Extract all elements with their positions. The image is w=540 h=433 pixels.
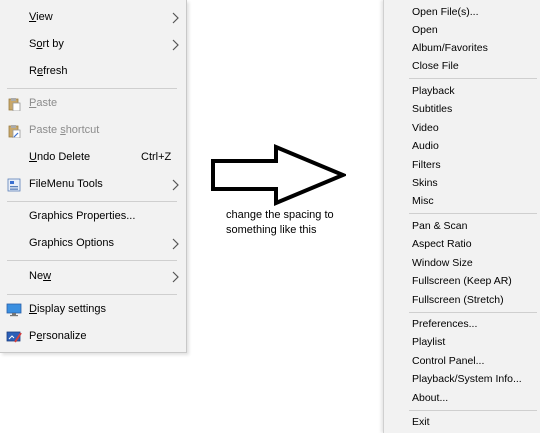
- menu-item-view[interactable]: View: [0, 7, 186, 29]
- menu-item-skins[interactable]: Skins: [412, 174, 538, 192]
- chevron-right-icon: [172, 179, 179, 191]
- right-arrow-icon: [211, 144, 346, 206]
- menu-separator: [7, 294, 177, 295]
- menu-separator: [409, 410, 537, 411]
- clipboard-shortcut-icon: [6, 124, 22, 138]
- menu-item-exit[interactable]: Exit: [412, 413, 538, 431]
- menu-item-filters[interactable]: Filters: [412, 156, 538, 174]
- menu-separator: [409, 312, 537, 313]
- menu-item-paste[interactable]: Paste: [0, 93, 186, 115]
- menu-item-filemenu-tools[interactable]: FileMenu Tools: [0, 174, 186, 196]
- shortcut-text: Ctrl+Z: [141, 151, 172, 163]
- display-settings-icon: [6, 303, 22, 317]
- access-key: D: [29, 303, 37, 315]
- menu-item-control-panel[interactable]: Control Panel...: [412, 352, 538, 370]
- menu-separator: [7, 201, 177, 202]
- menu-item-fullscreen-keep-ar[interactable]: Fullscreen (Keep AR): [412, 272, 538, 290]
- chevron-right-icon: [172, 238, 179, 250]
- menu-item-aspect-ratio[interactable]: Aspect Ratio: [412, 235, 538, 253]
- chevron-right-icon: [172, 39, 179, 51]
- menu-item-misc[interactable]: Misc: [412, 192, 538, 210]
- menu-item-album-favorites[interactable]: Album/Favorites: [412, 39, 538, 57]
- menu-separator: [7, 88, 177, 89]
- menu-item-graphics-options[interactable]: Graphics Options: [0, 233, 186, 255]
- chevron-right-icon: [172, 12, 179, 24]
- access-key: w: [43, 270, 52, 282]
- menu-item-audio[interactable]: Audio: [412, 137, 538, 155]
- menu-item-open-files[interactable]: Open File(s)...: [412, 3, 538, 21]
- desktop-context-menu: View Sort by Refresh Paste Paste shortcu…: [0, 0, 187, 353]
- filemenu-tools-icon: [6, 178, 22, 192]
- menu-separator: [409, 213, 537, 214]
- menu-item-subtitles[interactable]: Subtitles: [412, 100, 538, 118]
- menu-item-close-file[interactable]: Close File: [412, 57, 538, 75]
- menu-item-fullscreen-stretch[interactable]: Fullscreen (Stretch): [412, 291, 538, 309]
- menu-item-paste-shortcut[interactable]: Paste shortcut: [0, 120, 186, 142]
- menu-item-open[interactable]: Open: [412, 21, 538, 39]
- menu-item-sort-by[interactable]: Sort by: [0, 34, 186, 56]
- menu-item-undo-delete[interactable]: Undo Delete Ctrl+Z: [0, 147, 186, 169]
- menu-item-video[interactable]: Video: [412, 119, 538, 137]
- menu-separator: [7, 260, 177, 261]
- menu-item-graphics-properties[interactable]: Graphics Properties...: [0, 206, 186, 228]
- clipboard-icon: [6, 97, 22, 111]
- menu-item-display-settings[interactable]: Display settings: [0, 299, 186, 321]
- menu-separator: [409, 78, 537, 79]
- menu-item-preferences[interactable]: Preferences...: [412, 315, 538, 333]
- chevron-right-icon: [172, 271, 179, 283]
- menu-item-refresh[interactable]: Refresh: [0, 61, 186, 83]
- personalize-icon: [6, 330, 22, 344]
- menu-item-playback[interactable]: Playback: [412, 82, 538, 100]
- menu-item-pan-scan[interactable]: Pan & Scan: [412, 217, 538, 235]
- menu-item-window-size[interactable]: Window Size: [412, 254, 538, 272]
- menu-item-playlist[interactable]: Playlist: [412, 333, 538, 351]
- player-context-menu: Open File(s)... Open Album/Favorites Clo…: [383, 0, 540, 433]
- menu-item-personalize[interactable]: Personalize: [0, 326, 186, 348]
- menu-item-playback-system-info[interactable]: Playback/System Info...: [412, 370, 538, 388]
- annotation-caption: change the spacing to something like thi…: [226, 209, 334, 236]
- menu-item-about[interactable]: About...: [412, 389, 538, 407]
- access-key: U: [29, 151, 37, 163]
- menu-item-new[interactable]: New: [0, 266, 186, 288]
